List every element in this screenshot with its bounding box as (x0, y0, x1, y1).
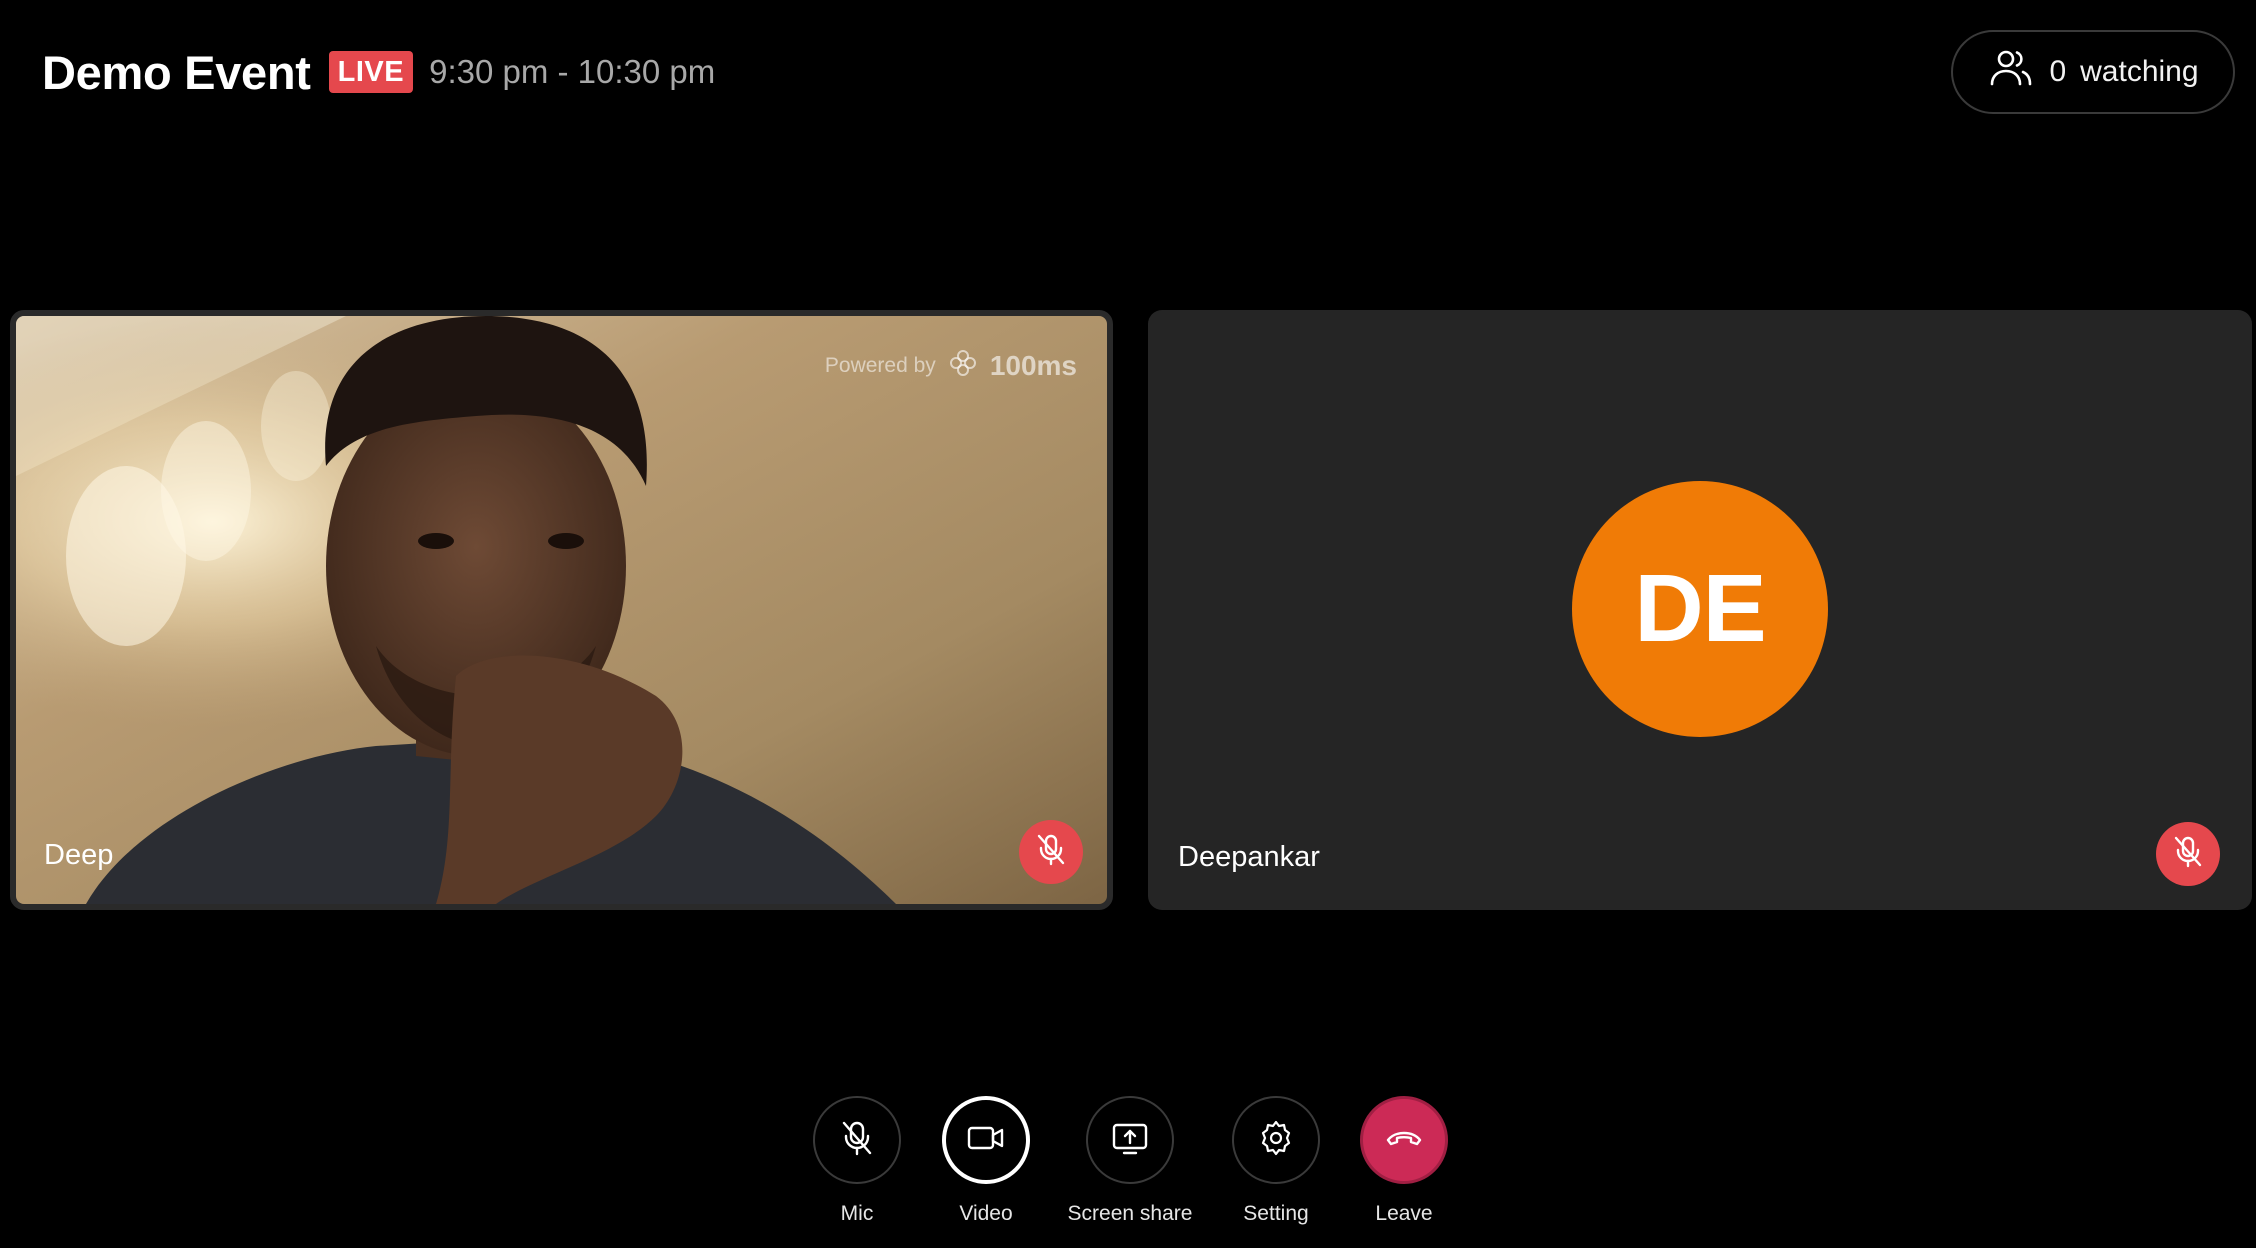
live-badge: LIVE (328, 51, 414, 93)
participant-video-feed (16, 316, 1107, 904)
event-header: Demo Event LIVE 9:30 pm - 10:30 pm (42, 42, 715, 102)
event-time-range: 9:30 pm - 10:30 pm (429, 53, 716, 90)
participant-tile-deep[interactable]: Powered by 100ms Deep (10, 310, 1113, 910)
mic-label: Mic (840, 1202, 874, 1225)
avatar: DE (1572, 481, 1828, 737)
settings-button[interactable] (1232, 1096, 1320, 1184)
people-icon (1987, 44, 2035, 100)
mic-toggle-button[interactable] (813, 1096, 901, 1184)
brand-name: 100ms (989, 350, 1077, 381)
event-title: Demo Event (42, 45, 311, 99)
video-label: Video (959, 1202, 1013, 1225)
muted-indicator (2156, 822, 2220, 886)
mic-off-icon (1034, 833, 1068, 872)
hang-up-icon (1384, 1118, 1424, 1163)
powered-by-label: Powered by (824, 354, 936, 377)
video-control: Video (906, 1096, 1066, 1226)
leave-button[interactable] (1360, 1096, 1448, 1184)
call-controls: Mic Video Screen share Setting Leave (0, 1096, 2256, 1226)
watching-label: watching (2080, 55, 2199, 88)
watching-count-button[interactable]: 0 watching (1951, 30, 2235, 114)
mic-off-icon (2171, 835, 2205, 874)
participant-tile-deepankar[interactable]: DE Deepankar (1148, 310, 2252, 910)
watching-count: 0 (2049, 55, 2067, 88)
setting-label: Setting (1243, 1202, 1309, 1225)
meeting-page: Demo Event LIVE 9:30 pm - 10:30 pm 0 wat… (0, 0, 2256, 1248)
participant-name: Deep (44, 839, 114, 871)
screen-share-control: Screen share (1050, 1096, 1210, 1226)
powered-by-watermark: Powered by 100ms (825, 348, 1077, 384)
leave-label: Leave (1375, 1202, 1433, 1225)
screen-share-button[interactable] (1086, 1096, 1174, 1184)
leave-control: Leave (1324, 1096, 1484, 1226)
screen-share-icon (1110, 1118, 1150, 1163)
muted-indicator (1019, 820, 1083, 884)
mic-off-icon (837, 1118, 877, 1163)
screen-share-label: Screen share (1067, 1202, 1193, 1225)
gear-icon (1256, 1118, 1296, 1163)
video-toggle-button[interactable] (942, 1096, 1030, 1184)
video-camera-icon (966, 1118, 1006, 1163)
brand-flower-icon (948, 348, 978, 384)
participant-name: Deepankar (1178, 841, 1320, 873)
